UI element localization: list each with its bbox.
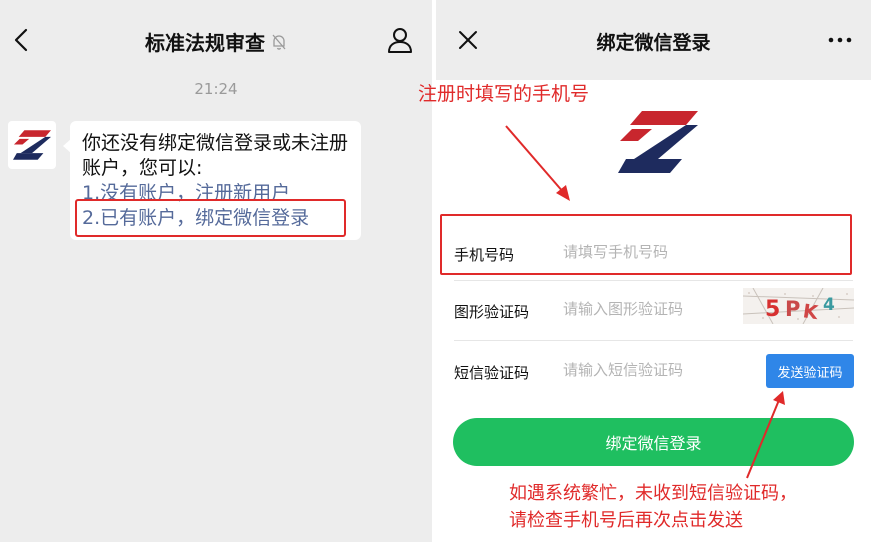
- page-header: 绑定微信登录: [436, 0, 871, 80]
- bell-slash-icon: [272, 34, 286, 50]
- user-icon: [388, 28, 412, 53]
- divider: [454, 340, 853, 341]
- sms-annotation-line2: 请检查手机号后再次点击发送: [509, 510, 743, 531]
- send-code-button[interactable]: 发送验证码: [766, 354, 854, 388]
- bind-login-button[interactable]: 绑定微信登录: [453, 418, 854, 466]
- profile-button[interactable]: [386, 26, 414, 54]
- phone-annotation: 注册时填写的手机号: [418, 83, 590, 105]
- captcha-input[interactable]: [563, 300, 743, 318]
- sms-annotation: 如遇系统繁忙，未收到短信验证码， 请检查手机号后再次点击发送: [509, 480, 797, 534]
- chat-panel: 标准法规审查 21:24 你还没有绑定微信登录或未注册账户，您可以: 1.没有账…: [0, 0, 432, 542]
- captcha-char: 5: [765, 297, 780, 322]
- page-title: 绑定微信登录: [596, 32, 711, 54]
- brand-logo-icon: [13, 130, 51, 160]
- sms-code-input[interactable]: [563, 361, 743, 379]
- chat-header: 标准法规审查: [0, 0, 432, 80]
- sms-label: 短信验证码: [454, 364, 530, 382]
- more-dots-icon: [828, 37, 852, 43]
- message-text: 你还没有绑定微信登录或未注册账户，您可以:: [82, 132, 349, 179]
- captcha-char: 4: [823, 295, 835, 315]
- message-timestamp: 21:24: [194, 80, 238, 98]
- captcha-char: K: [802, 300, 821, 324]
- captcha-image[interactable]: 5 P K 4: [743, 288, 854, 324]
- captcha-label: 图形验证码: [454, 303, 530, 321]
- more-button[interactable]: [826, 30, 854, 50]
- phone-row-highlight: [440, 214, 852, 275]
- chat-title-area: 标准法规审查: [0, 27, 432, 56]
- brand-logo-icon: [618, 111, 698, 173]
- captcha-char: P: [785, 297, 800, 321]
- bind-link-highlight: [75, 199, 346, 237]
- bot-avatar[interactable]: [8, 121, 56, 169]
- chat-title: 标准法规审查: [145, 31, 265, 55]
- sms-annotation-line1: 如遇系统繁忙，未收到短信验证码，: [509, 483, 797, 504]
